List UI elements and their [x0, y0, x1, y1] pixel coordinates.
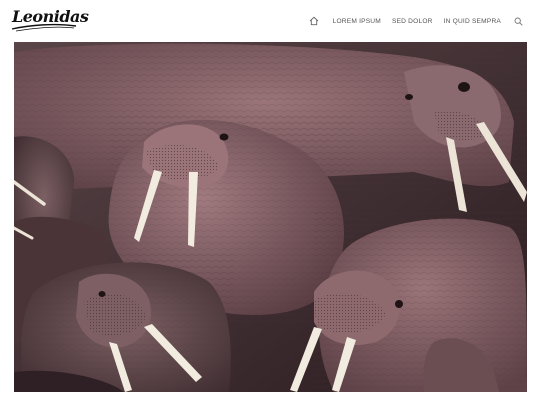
- search-icon[interactable]: [514, 16, 524, 26]
- walrus-photo: [14, 42, 527, 392]
- home-icon[interactable]: [309, 15, 321, 27]
- nav-link-lorem-ipsum[interactable]: LOREM IPSUM: [333, 18, 381, 25]
- nav-link-sed-dolor[interactable]: SED DOLOR: [392, 18, 433, 25]
- site-header: Leonidas LOREM IPSUM SED DOLOR IN QUID S…: [0, 0, 540, 42]
- hero-image: [14, 42, 527, 392]
- logo-underline: [11, 23, 77, 32]
- nav-link-in-quid-sempra[interactable]: IN QUID SEMPRA: [444, 18, 501, 25]
- main-nav: LOREM IPSUM SED DOLOR IN QUID SEMPRA: [309, 13, 524, 29]
